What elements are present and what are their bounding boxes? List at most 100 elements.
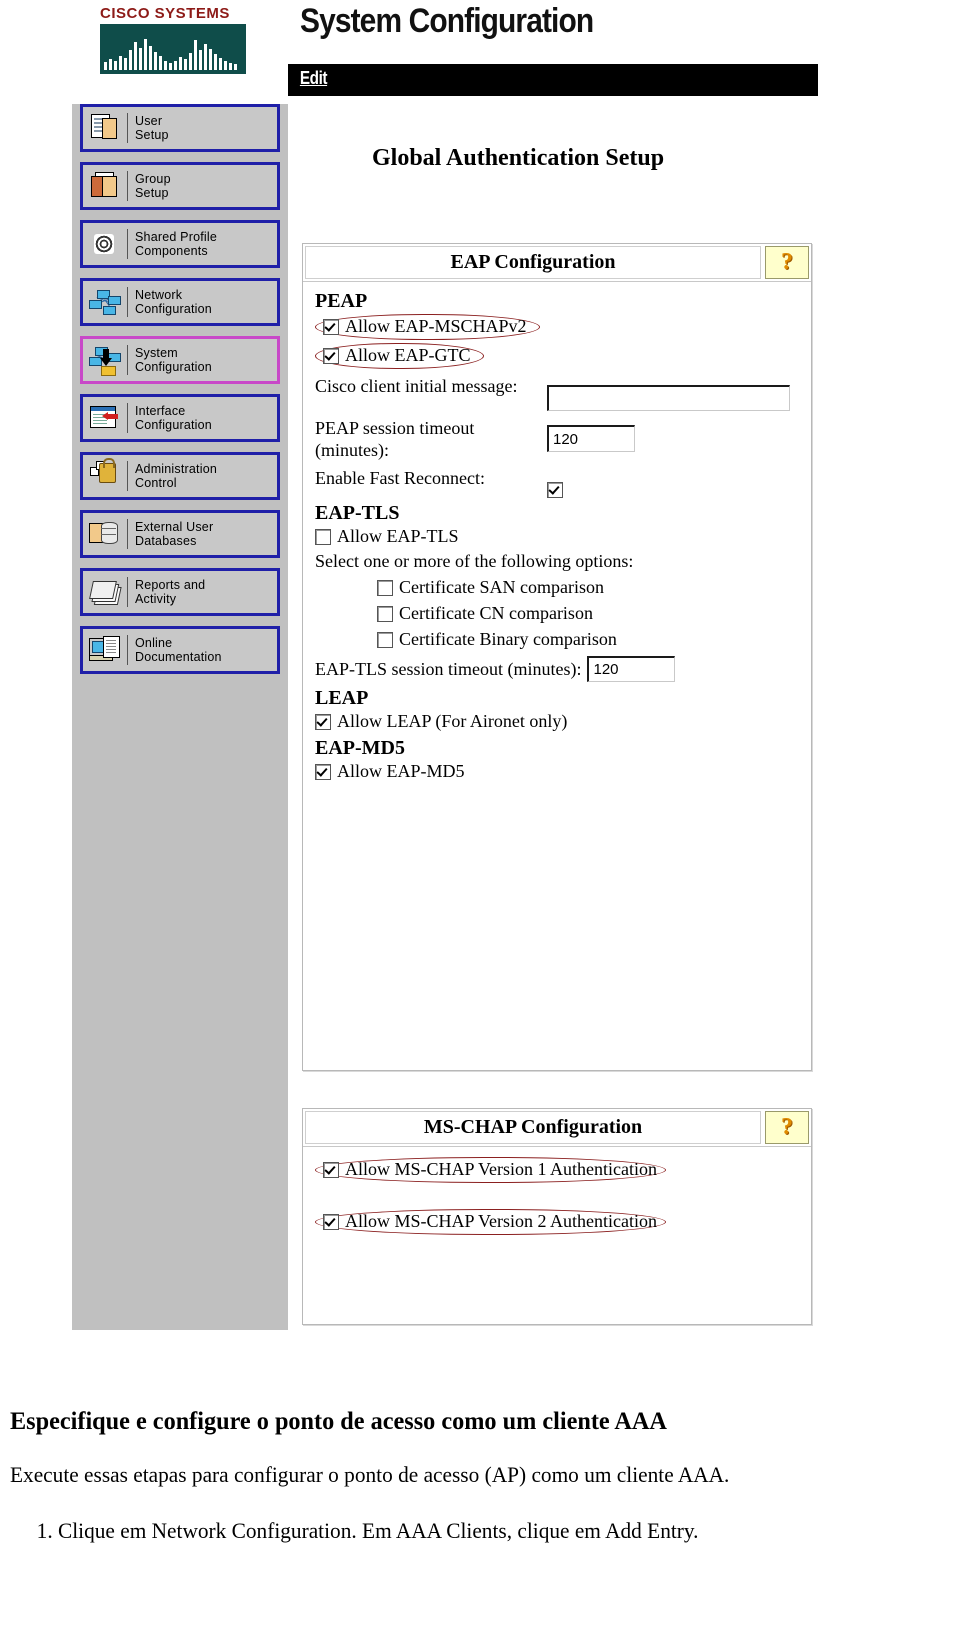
icon-divider <box>127 229 128 259</box>
user-document-icon <box>83 108 127 148</box>
icon-divider <box>127 113 128 143</box>
cisco-client-initial-message-input[interactable] <box>547 385 790 411</box>
allow-mschap-v2-checkbox[interactable] <box>323 1214 339 1230</box>
sidebar-item-label: Group Setup <box>135 172 171 200</box>
help-icon[interactable]: ? <box>765 246 809 279</box>
eap-md5-heading: EAP-MD5 <box>315 737 405 759</box>
mschap-configuration-panel: MS-CHAP Configuration ? Allow MS-CHAP Ve… <box>302 1108 812 1325</box>
certificate-binary-comparison-label: Certificate Binary comparison <box>399 629 617 649</box>
icon-divider <box>127 287 128 317</box>
article-paragraph: Execute essas etapas para configurar o p… <box>10 1462 730 1487</box>
monitor-document-icon <box>83 630 127 670</box>
annotation-ellipse: Allow MS-CHAP Version 2 Authentication <box>315 1209 667 1235</box>
eap-tls-select-note: Select one or more of the following opti… <box>315 551 634 571</box>
stacked-papers-icon <box>83 572 127 612</box>
certificate-binary-row: Certificate Binary comparison <box>377 629 801 650</box>
allow-eap-gtc-label: Allow EAP-GTC <box>345 345 471 365</box>
sidebar-item-external-user-databases[interactable]: External User Databases <box>80 510 280 558</box>
certificate-binary-comparison-checkbox[interactable] <box>377 632 393 648</box>
allow-eap-tls-checkbox[interactable] <box>315 529 331 545</box>
sidebar-item-system-configuration[interactable]: System Configuration <box>80 336 280 384</box>
annotation-ellipse: Allow MS-CHAP Version 1 Authentication <box>315 1157 667 1183</box>
eap-tls-session-timeout-row: EAP-TLS session timeout (minutes): <box>315 656 801 682</box>
sidebar-item-label: External User Databases <box>135 520 214 548</box>
allow-mschap-v2-label: Allow MS-CHAP Version 2 Authentication <box>345 1211 658 1231</box>
certificate-san-comparison-checkbox[interactable] <box>377 580 393 596</box>
allow-eap-md5-checkbox[interactable] <box>315 764 331 780</box>
sidebar-item-label: User Setup <box>135 114 169 142</box>
edit-menu-bar: Edit <box>288 64 818 96</box>
eap-tls-heading: EAP-TLS <box>315 502 400 524</box>
allow-mschap-v2-row: Allow MS-CHAP Version 2 Authentication <box>315 1209 801 1235</box>
sidebar-item-group-setup[interactable]: Group Setup <box>80 162 280 210</box>
enable-fast-reconnect-checkbox[interactable] <box>547 482 563 498</box>
allow-mschap-v1-label: Allow MS-CHAP Version 1 Authentication <box>345 1159 658 1179</box>
eap-configuration-panel: EAP Configuration ? PEAP Allow EAP-MSCHA… <box>302 243 812 1071</box>
page-title: System Configuration <box>300 2 594 40</box>
allow-eap-tls-row: Allow EAP-TLS <box>315 526 801 547</box>
enable-fast-reconnect-label: Enable Fast Reconnect: <box>315 468 485 488</box>
sidebar-item-label: Online Documentation <box>135 636 222 664</box>
sidebar-item-reports-and-activity[interactable]: Reports and Activity <box>80 568 280 616</box>
help-icon[interactable]: ? <box>765 1111 809 1144</box>
mschap-panel-title: MS-CHAP Configuration <box>305 1111 761 1144</box>
sidebar-item-label: Administration Control <box>135 462 217 490</box>
article-steps-list: Clique em Network Configuration. Em AAA … <box>10 1518 950 1544</box>
allow-eap-tls-label: Allow EAP-TLS <box>337 526 459 546</box>
sidebar-item-network-configuration[interactable]: Network Configuration <box>80 278 280 326</box>
database-card-icon <box>83 514 127 554</box>
edit-menu-item[interactable]: Edit <box>288 64 328 89</box>
cisco-bridge-graphic <box>100 24 246 74</box>
network-download-icon <box>83 340 127 380</box>
icon-divider <box>127 403 128 433</box>
sidebar-item-label: Shared Profile Components <box>135 230 218 258</box>
window-red-arrow-icon <box>83 398 127 438</box>
mschap-panel-body: Allow MS-CHAP Version 1 Authentication A… <box>303 1147 811 1245</box>
peap-session-timeout-row: PEAP session timeout (minutes): <box>315 417 801 461</box>
eap-tls-session-timeout-input[interactable] <box>587 656 676 682</box>
group-people-icon <box>83 166 127 206</box>
list-item: Clique em Network Configuration. Em AAA … <box>58 1518 923 1544</box>
cisco-client-initial-message-row: Cisco client initial message: <box>315 375 801 411</box>
sidebar-item-shared-profile-components[interactable]: Shared Profile Components <box>80 220 280 268</box>
certificate-san-row: Certificate SAN comparison <box>377 577 801 598</box>
icon-divider <box>127 345 128 375</box>
icon-divider <box>127 577 128 607</box>
sidebar-item-administration-control[interactable]: Administration Control <box>80 452 280 500</box>
icon-divider <box>127 635 128 665</box>
icon-divider <box>127 171 128 201</box>
allow-mschap-v1-checkbox[interactable] <box>323 1162 339 1178</box>
cisco-client-initial-message-label: Cisco client initial message: <box>315 376 518 396</box>
sidebar-item-label: Reports and Activity <box>135 578 206 606</box>
sidebar-item-label: System Configuration <box>135 346 212 374</box>
certificate-san-comparison-label: Certificate SAN comparison <box>399 577 604 597</box>
article-section: Especifique e configure o ponto de acess… <box>10 1408 950 1544</box>
certificate-cn-comparison-label: Certificate CN comparison <box>399 603 593 623</box>
allow-eap-gtc-row: Allow EAP-GTC <box>315 343 801 369</box>
leap-heading: LEAP <box>315 687 369 709</box>
eap-panel-body: PEAP Allow EAP-MSCHAPv2 Allow EAP-GTC Ci… <box>303 282 811 792</box>
allow-eap-mschapv2-checkbox[interactable] <box>323 319 339 335</box>
certificate-cn-comparison-checkbox[interactable] <box>377 606 393 622</box>
peap-session-timeout-input[interactable] <box>547 425 635 452</box>
allow-leap-checkbox[interactable] <box>315 714 331 730</box>
icon-divider <box>127 519 128 549</box>
annotation-ellipse: Allow EAP-MSCHAPv2 <box>315 314 540 340</box>
sidebar-item-user-setup[interactable]: User Setup <box>80 104 280 152</box>
article-heading: Especifique e configure o ponto de acess… <box>10 1408 667 1435</box>
cisco-brand-text: CISCO SYSTEMS <box>100 5 230 22</box>
enable-fast-reconnect-row: Enable Fast Reconnect: <box>315 467 801 498</box>
sidebar-item-online-documentation[interactable]: Online Documentation <box>80 626 280 674</box>
icon-divider <box>127 461 128 491</box>
peap-session-timeout-label: PEAP session timeout (minutes): <box>315 418 475 460</box>
eap-panel-title: EAP Configuration <box>305 246 761 279</box>
allow-eap-gtc-checkbox[interactable] <box>323 348 339 364</box>
allow-eap-mschapv2-row: Allow EAP-MSCHAPv2 <box>315 314 801 340</box>
section-title: Global Authentication Setup <box>372 145 665 171</box>
mschap-panel-header: MS-CHAP Configuration ? <box>303 1109 811 1147</box>
allow-eap-mschapv2-label: Allow EAP-MSCHAPv2 <box>345 316 527 336</box>
sidebar-item-interface-configuration[interactable]: Interface Configuration <box>80 394 280 442</box>
eap-tls-session-timeout-label: EAP-TLS session timeout (minutes): <box>315 658 582 679</box>
allow-leap-label: Allow LEAP (For Aironet only) <box>337 711 568 731</box>
annotation-ellipse: Allow EAP-GTC <box>315 343 484 369</box>
